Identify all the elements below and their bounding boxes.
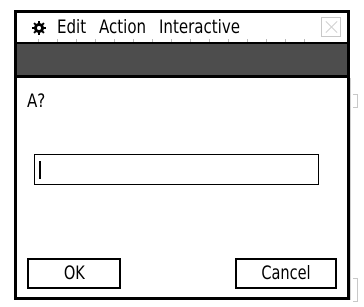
background-edge-tab (353, 94, 358, 108)
menu-bar: Edit Action Interactive (14, 10, 350, 42)
input-dialog: A? OK Cancel (14, 78, 350, 300)
menu-edit[interactable]: Edit (57, 16, 86, 38)
text-caret (39, 161, 41, 179)
menu-interactive[interactable]: Interactive (159, 16, 240, 38)
ok-button[interactable]: OK (27, 258, 121, 289)
toolbar-strip (14, 42, 350, 78)
cancel-button[interactable]: Cancel (235, 258, 337, 289)
screen: Edit Action Interactive A? OK Cancel (0, 0, 364, 307)
close-icon[interactable] (321, 17, 341, 37)
answer-input[interactable] (34, 154, 319, 185)
cancel-button-label: Cancel (261, 262, 311, 284)
menu-action[interactable]: Action (99, 16, 146, 38)
background-window-edge (350, 78, 358, 302)
background-edge-tab-lower (353, 278, 358, 302)
gear-icon[interactable] (32, 21, 46, 35)
ok-button-label: OK (63, 262, 85, 284)
dialog-prompt: A? (27, 90, 46, 112)
